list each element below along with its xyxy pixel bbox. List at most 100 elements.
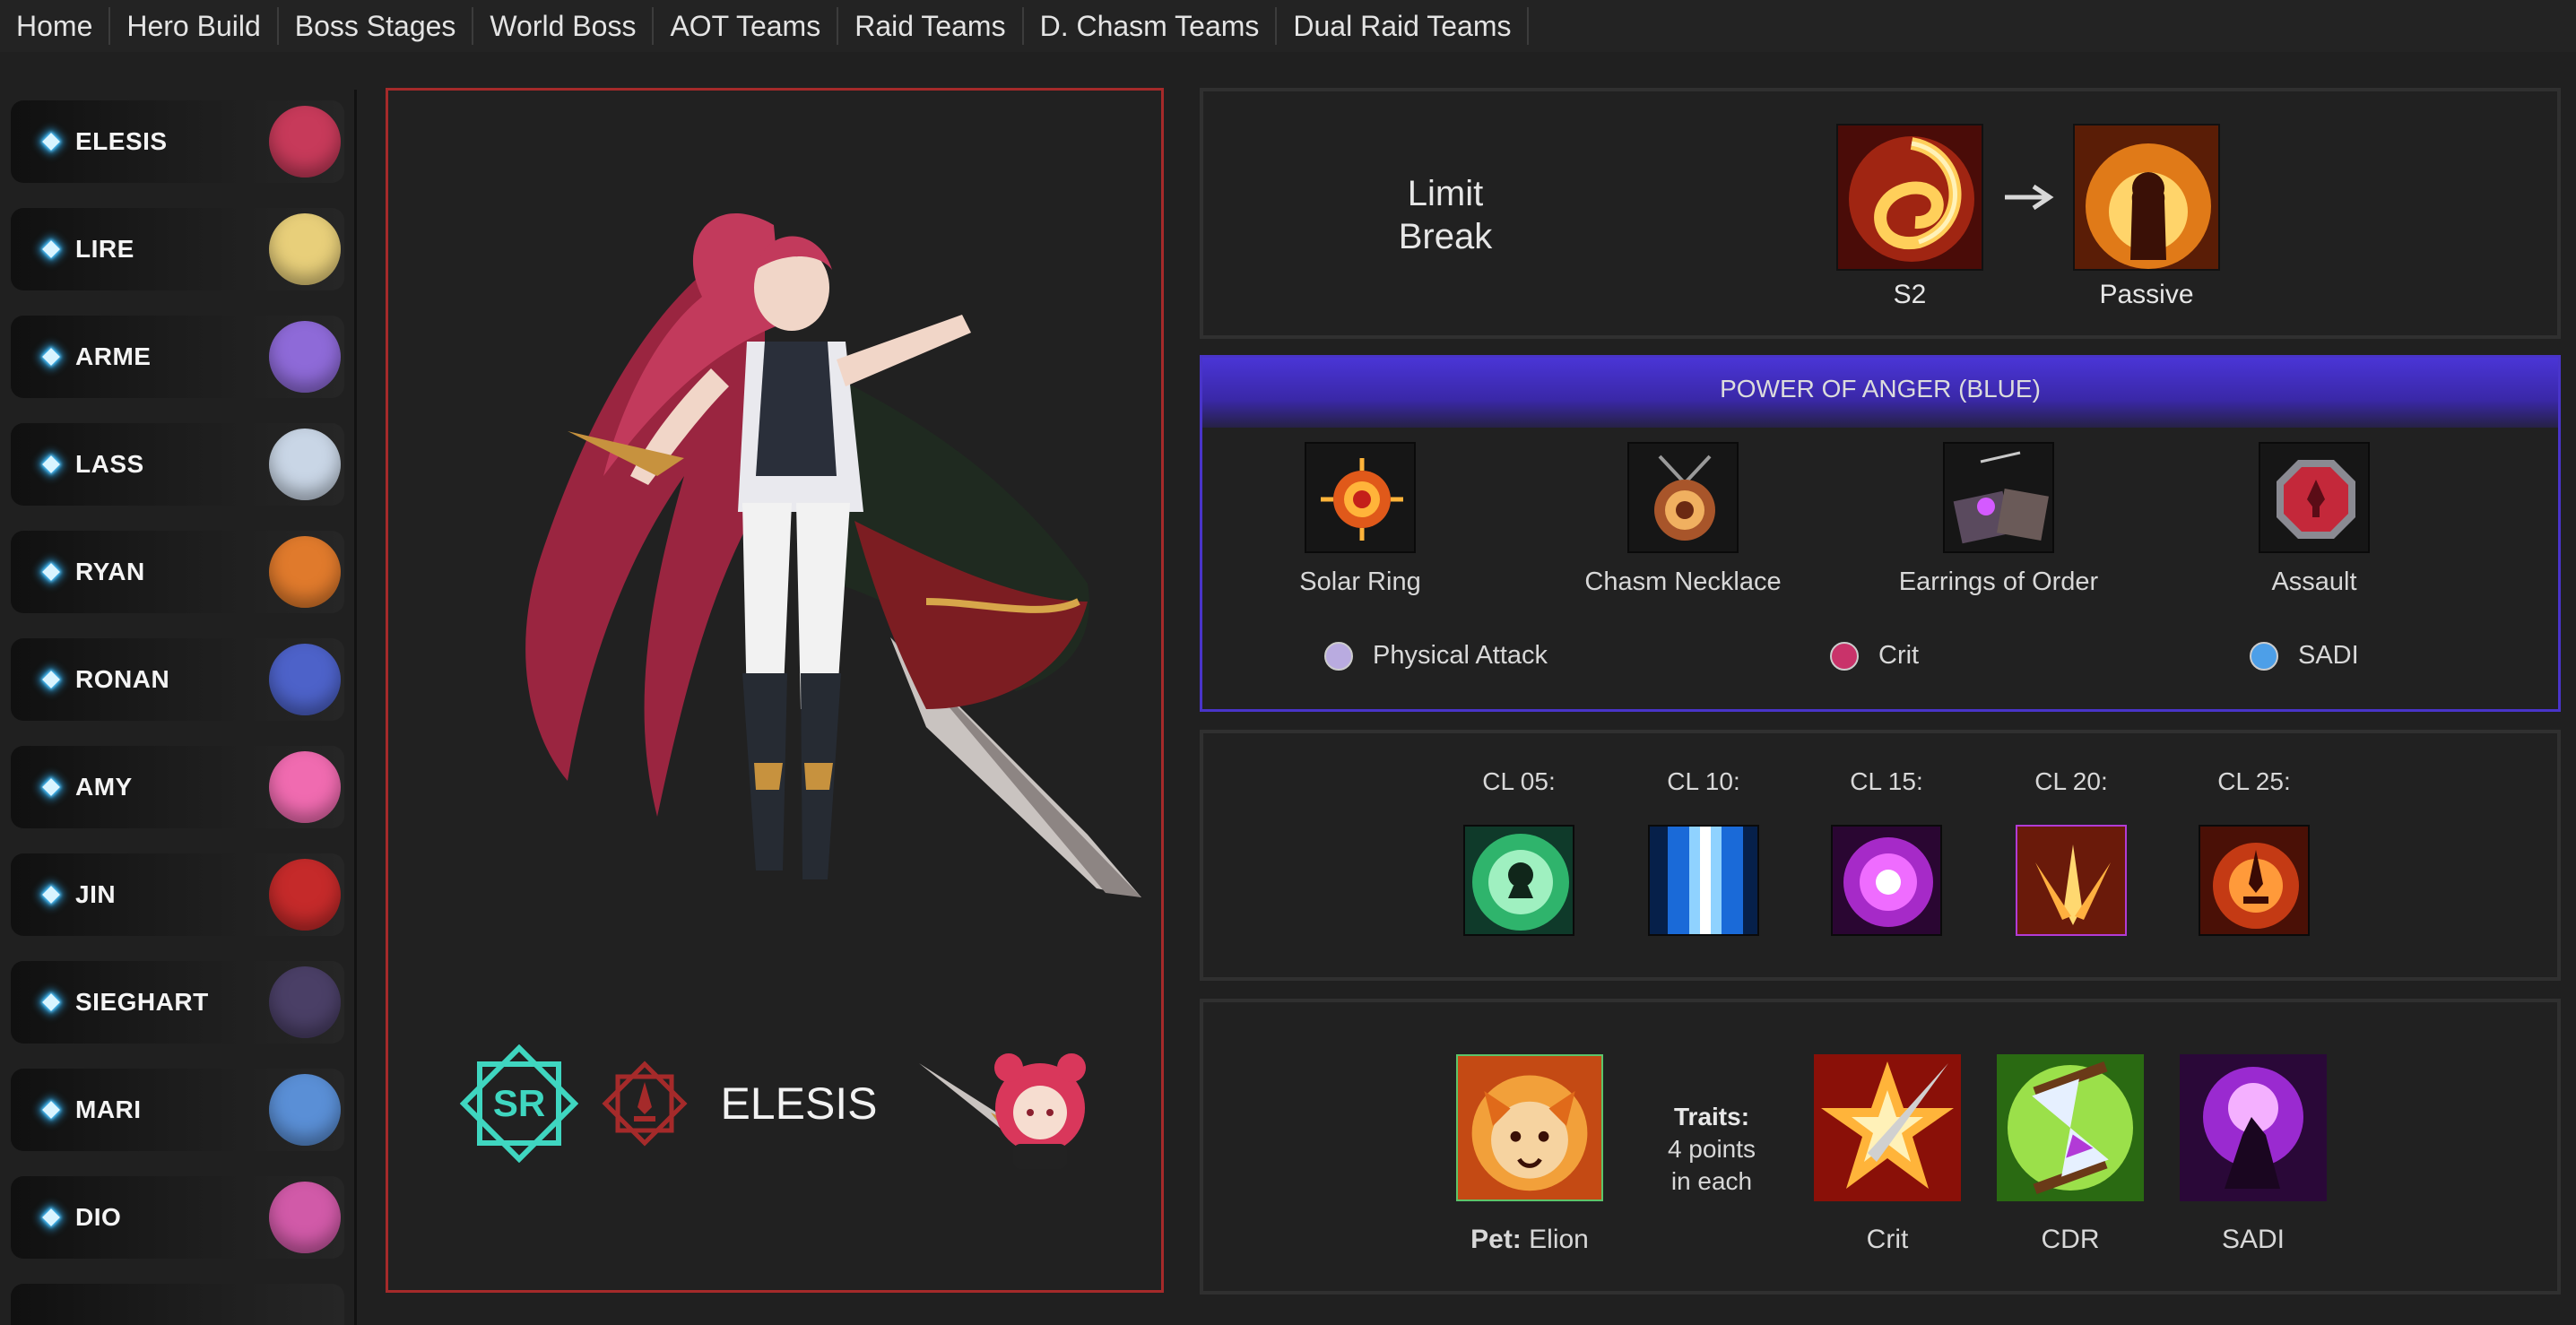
tab-dual-raid-teams[interactable]: Dual Raid Teams xyxy=(1277,7,1530,45)
diamond-icon xyxy=(42,1208,60,1226)
avatar xyxy=(269,1182,341,1253)
substat-label: Physical Attack xyxy=(1373,641,1548,670)
gear-item-necklace[interactable]: Chasm Necklace xyxy=(1566,442,1800,597)
gear-item-ring[interactable]: Solar Ring xyxy=(1279,442,1441,597)
trait-sadi[interactable]: SADI xyxy=(2177,1054,2329,1255)
cl-25[interactable]: CL 25: xyxy=(2182,767,2326,936)
sidebar-item-mari[interactable]: MARI xyxy=(11,1069,344,1151)
sidebar-item-sieghart[interactable]: SIEGHART xyxy=(11,961,344,1044)
substat-physical-attack: Physical Attack xyxy=(1324,641,1548,671)
sidebar-item-partial[interactable] xyxy=(11,1284,344,1325)
limit-break-to-skill[interactable]: Passive xyxy=(2073,124,2220,310)
s2-skill-icon xyxy=(1836,124,1983,271)
cl-label: CL 05: xyxy=(1482,767,1556,795)
diamond-icon xyxy=(42,133,60,151)
sidebar-item-label: RYAN xyxy=(75,558,145,585)
cl-label: CL 20: xyxy=(2034,767,2108,795)
gear-item-label: Earrings of Order xyxy=(1898,567,2099,596)
rank-badge-icon: SR xyxy=(460,1044,579,1163)
pet-slot[interactable]: Pet: Elion xyxy=(1440,1054,1619,1255)
limit-break-from-label: S2 xyxy=(1893,280,1927,309)
avatar xyxy=(269,966,341,1038)
hero-portrait-panel: SR ELESIS xyxy=(386,88,1164,1293)
sidebar-item-label: LIRE xyxy=(75,235,134,263)
sidebar-item-label: DIO xyxy=(75,1203,122,1231)
diamond-icon xyxy=(42,455,60,473)
sidebar-item-label: ELESIS xyxy=(75,127,168,155)
stat-dot-icon xyxy=(2250,641,2278,671)
cl-15[interactable]: CL 15: xyxy=(1815,767,1958,936)
cl-15-skill-icon xyxy=(1831,825,1942,936)
cl-05[interactable]: CL 05: xyxy=(1447,767,1591,936)
traits-line: in each xyxy=(1670,1167,1753,1195)
diamond-icon xyxy=(42,348,60,366)
cl-20-skill-icon xyxy=(2016,825,2127,936)
substat-crit: Crit xyxy=(1830,641,1919,671)
tab-chasm-teams[interactable]: D. Chasm Teams xyxy=(1024,7,1278,45)
trait-label: SADI xyxy=(2221,1225,2285,1254)
sidebar-item-label: LASS xyxy=(75,450,144,478)
diamond-icon xyxy=(42,886,60,904)
sidebar-item-elesis[interactable]: ELESIS xyxy=(11,100,344,183)
substat-label: SADI xyxy=(2298,641,2359,670)
hero-name-bar: SR ELESIS xyxy=(388,1023,1161,1184)
sidebar-item-label: AMY xyxy=(75,773,133,801)
sidebar-item-lire[interactable]: LIRE xyxy=(11,208,344,290)
hero-chibi-icon xyxy=(918,1053,1086,1169)
traits-line: 4 points xyxy=(1667,1135,1756,1163)
substat-sadi: SADI xyxy=(2250,641,2359,671)
traits-note: Traits: 4 points in each xyxy=(1626,1101,1797,1198)
avatar xyxy=(269,536,341,608)
cl-10[interactable]: CL 10: xyxy=(1632,767,1775,936)
gear-item-label: Assault xyxy=(2271,567,2357,596)
trait-crit[interactable]: Crit xyxy=(1811,1054,1964,1255)
chasm-necklace-icon xyxy=(1627,442,1739,553)
tab-aot-teams[interactable]: AOT Teams xyxy=(654,7,839,45)
limit-break-from-skill[interactable]: S2 xyxy=(1836,124,1983,310)
hero-name: ELESIS xyxy=(720,1078,878,1129)
tab-boss-stages[interactable]: Boss Stages xyxy=(279,7,474,45)
cl-label: CL 25: xyxy=(2217,767,2291,795)
class-badge-icon xyxy=(602,1061,688,1147)
avatar xyxy=(269,106,341,178)
solar-ring-icon xyxy=(1305,442,1416,553)
cl-label: CL 10: xyxy=(1667,767,1740,795)
sidebar-item-amy[interactable]: AMY xyxy=(11,746,344,828)
sidebar-item-dio[interactable]: DIO xyxy=(11,1176,344,1259)
gear-item-label: Solar Ring xyxy=(1299,567,1421,596)
avatar xyxy=(269,859,341,931)
chaser-level-panel: CL 05: CL 10: CL 15: CL 20: CL 25: xyxy=(1200,730,2561,981)
hero-sidebar: ELESIS LIRE ARME LASS RYAN RONAN AMY JIN xyxy=(0,90,357,1325)
cl-20[interactable]: CL 20: xyxy=(1999,767,2143,936)
tab-world-boss[interactable]: World Boss xyxy=(473,7,655,45)
gear-item-earrings[interactable]: Earrings of Order xyxy=(1891,442,2106,597)
diamond-icon xyxy=(42,1101,60,1119)
trait-cdr[interactable]: CDR xyxy=(1994,1054,2147,1255)
sidebar-item-arme[interactable]: ARME xyxy=(11,316,344,398)
sidebar-item-ronan[interactable]: RONAN xyxy=(11,638,344,721)
traits-title: Traits: xyxy=(1673,1103,1750,1130)
substat-label: Crit xyxy=(1878,641,1920,670)
tab-home[interactable]: Home xyxy=(0,7,111,45)
tab-raid-teams[interactable]: Raid Teams xyxy=(838,7,1024,45)
sidebar-item-label: MARI xyxy=(75,1096,142,1123)
limit-break-title-line: Limit xyxy=(1407,174,1484,213)
stat-dot-icon xyxy=(1830,641,1859,671)
sidebar-item-ryan[interactable]: RYAN xyxy=(11,531,344,613)
sidebar-item-label: ARME xyxy=(75,342,152,370)
tab-hero-build[interactable]: Hero Build xyxy=(110,7,279,45)
sidebar-item-label: RONAN xyxy=(75,665,170,693)
arrow-right-icon xyxy=(2005,184,2054,211)
avatar xyxy=(269,751,341,823)
gear-item-assault[interactable]: Assault xyxy=(2233,442,2395,597)
diamond-icon xyxy=(42,778,60,796)
sidebar-item-label: JIN xyxy=(75,880,117,908)
limit-break-title: Limit Break xyxy=(1338,172,1553,258)
sidebar-item-lass[interactable]: LASS xyxy=(11,423,344,506)
avatar xyxy=(269,1074,341,1146)
pet-prefix: Pet: xyxy=(1470,1225,1522,1254)
cl-25-skill-icon xyxy=(2199,825,2310,936)
sidebar-item-label: SIEGHART xyxy=(75,988,209,1016)
hero-artwork xyxy=(525,213,1141,897)
sidebar-item-jin[interactable]: JIN xyxy=(11,853,344,936)
